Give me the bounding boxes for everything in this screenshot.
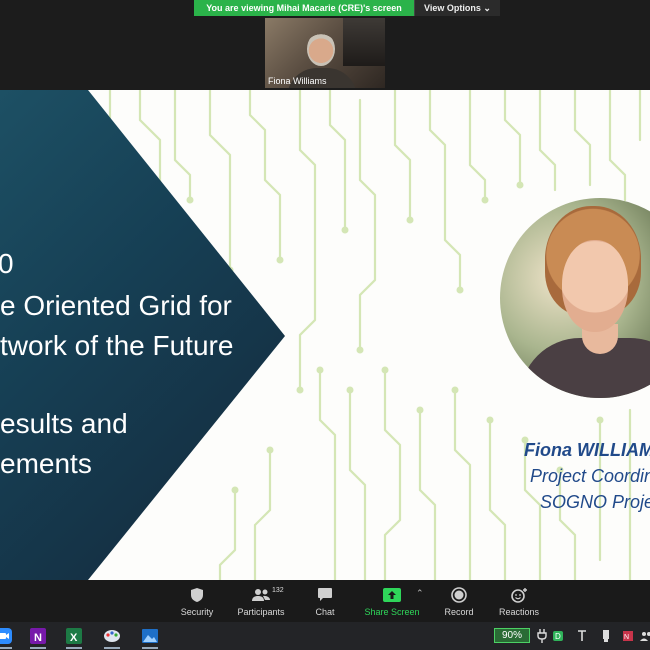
record-icon [451,586,467,603]
record-label: Record [444,606,474,617]
reactions-icon [511,587,527,603]
svg-text:N: N [624,634,629,641]
share-screen-button[interactable]: Share Screen [362,580,422,622]
presenter-role: Project Coordin [529,466,650,486]
pen-icon[interactable] [576,629,588,643]
participant-name: Fiona Williams [268,76,327,86]
viewing-screen-text: You are viewing Mihai Macarie (CRE)'s sc… [194,0,414,16]
slide-subtitle-line-2: ements [0,448,92,479]
meeting-top-bar: You are viewing Mihai Macarie (CRE)'s sc… [0,0,650,90]
slide-title-line-3: twork of the Future [0,330,234,361]
share-screen-label: Share Screen [364,606,420,617]
chevron-up-icon[interactable]: ⌃ [416,588,424,599]
battery-percent: 90% [501,630,522,641]
record-button[interactable]: Record [440,580,478,622]
reactions-label: Reactions [498,606,540,617]
view-options-label: View Options [424,3,481,13]
reactions-button[interactable]: Reactions [496,580,542,622]
chat-label: Chat [315,606,335,617]
presenter-name: Fiona WILLIAM [524,440,650,460]
participants-count: 132 [272,587,284,594]
slide-title-line-2: e Oriented Grid for [0,290,232,321]
photos-app-icon[interactable] [140,626,160,649]
view-options-button[interactable]: View Options ⌄ [414,0,500,16]
app-tray-icon[interactable]: D [552,629,564,643]
chevron-down-icon: ⌄ [483,3,491,13]
svg-text:D: D [555,632,561,641]
svg-text:N: N [34,632,42,644]
zoom-app-icon[interactable] [0,626,14,649]
onenote-app-icon[interactable]: N [28,626,48,649]
presenter-project: SOGNO Proje [539,492,650,512]
people-icon[interactable] [640,629,650,643]
shield-icon [191,587,203,602]
security-button[interactable]: Security [176,580,218,622]
chat-button[interactable]: Chat [308,580,342,622]
chat-icon [318,588,332,601]
slide-subtitle-line-1: esults and [0,408,128,439]
share-banner: You are viewing Mihai Macarie (CRE)'s sc… [194,0,500,16]
participants-icon [252,588,270,601]
shared-slide: 0 e Oriented Grid for twork of the Futur… [0,90,650,580]
security-label: Security [180,606,214,617]
slide-title-line-1: 0 [0,248,14,279]
excel-app-icon[interactable]: X [64,626,84,649]
battery-indicator[interactable]: 90% [494,628,530,643]
app-tray-icon-2[interactable]: N [622,629,634,643]
windows-taskbar: N X 90% D N [0,622,650,650]
participants-label: Participants [237,606,285,617]
usb-icon[interactable] [600,629,612,643]
share-screen-icon [383,587,401,602]
svg-text:X: X [70,632,78,644]
power-plug-icon[interactable] [536,629,548,643]
paint-app-icon[interactable] [102,626,122,649]
meeting-controls-bar: Security Participants 132 Chat Share Scr… [0,580,650,622]
participant-video-tile[interactable]: Fiona Williams [265,18,385,88]
